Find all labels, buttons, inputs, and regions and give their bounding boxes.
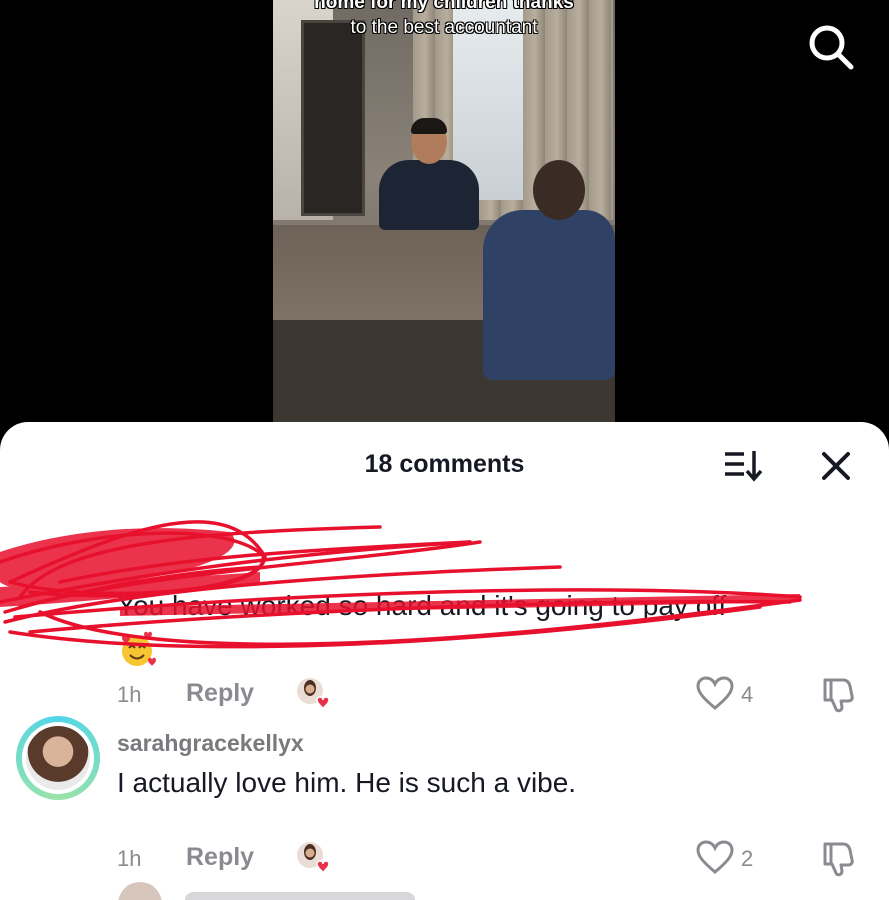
comment-username[interactable]: sarahgracekellyx: [117, 730, 304, 757]
heart-icon[interactable]: [695, 676, 735, 712]
avatar[interactable]: [118, 882, 162, 900]
video-man: [373, 118, 483, 240]
video-woman: [483, 160, 615, 420]
video-player[interactable]: home for my children thanks to the best …: [0, 0, 889, 440]
dislike-icon[interactable]: [817, 840, 857, 878]
like-count: 4: [741, 682, 754, 707]
dislike-icon[interactable]: [817, 676, 857, 714]
comment-item: You have worked so hard and it's going t…: [0, 512, 889, 714]
video-shelf: [301, 20, 365, 216]
reply-button[interactable]: Reply: [186, 679, 254, 708]
comments-sheet: 18 comments You have worked so hard and …: [0, 422, 889, 900]
search-icon[interactable]: [806, 22, 856, 72]
comment-username-partial: [185, 892, 415, 900]
video-frame[interactable]: home for my children thanks to the best …: [273, 0, 615, 440]
like-count: 2: [741, 846, 754, 871]
comment-item-partial: [0, 882, 889, 900]
video-caption-line1: home for my children thanks: [314, 0, 574, 13]
close-icon[interactable]: [816, 446, 856, 486]
comment-text: I actually love him. He is such a vibe.: [117, 767, 577, 798]
comment-item: sarahgracekellyx I actually love him. He…: [0, 712, 889, 877]
comment-meta: 1h Reply 4: [117, 676, 857, 714]
comment-meta: 1h Reply 2: [117, 840, 857, 878]
comment-time: 1h: [117, 682, 142, 707]
comments-header: 18 comments: [0, 422, 889, 506]
creator-liked-icon: [295, 840, 331, 876]
heart-icon[interactable]: [695, 840, 735, 876]
creator-liked-icon: [295, 676, 331, 712]
avatar[interactable]: [16, 716, 100, 800]
comment-time: 1h: [117, 846, 142, 871]
reply-button[interactable]: Reply: [186, 843, 254, 872]
sort-icon[interactable]: [722, 446, 764, 484]
video-caption-line2: to the best accountant: [350, 17, 538, 38]
